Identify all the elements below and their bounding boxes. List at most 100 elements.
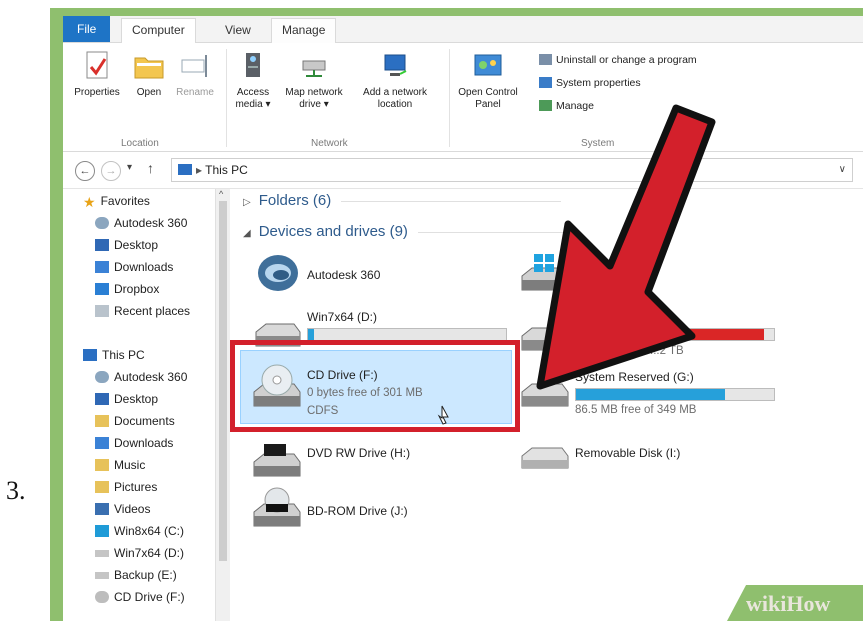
nav-item-pictures[interactable]: Pictures bbox=[95, 479, 157, 495]
open-label: Open bbox=[136, 87, 162, 98]
highlight-box bbox=[230, 340, 520, 432]
nav-item-label: Music bbox=[114, 458, 146, 472]
system-properties-button[interactable]: System properties bbox=[539, 76, 641, 90]
map-network-drive-button[interactable]: Map network drive ▾ bbox=[279, 49, 349, 111]
system-properties-icon bbox=[539, 77, 552, 88]
nav-item-downloads[interactable]: Downloads bbox=[95, 435, 173, 451]
nav-item-label: Autodesk 360 bbox=[114, 370, 188, 384]
recent-locations-button[interactable]: ▾ bbox=[127, 162, 132, 173]
add-network-location-button[interactable]: Add a network location bbox=[355, 49, 435, 111]
drive-usage-fill bbox=[576, 389, 725, 400]
watermark-text: wikiHow bbox=[746, 591, 831, 616]
nav-item-label: Recent places bbox=[114, 304, 191, 318]
access-media-button[interactable]: Access media ▾ bbox=[231, 49, 275, 111]
nav-item-label: Videos bbox=[114, 502, 151, 516]
manage-label: Manage bbox=[556, 100, 594, 112]
system-group-label: System bbox=[581, 138, 615, 149]
control-panel-icon bbox=[474, 54, 502, 76]
nav-this-pc[interactable]: This PC bbox=[83, 347, 145, 363]
drive-usage-bar bbox=[575, 388, 775, 401]
nav-item-label: Backup (E:) bbox=[114, 568, 177, 582]
nav-item-win8x64-c[interactable]: Win8x64 (C:) bbox=[95, 523, 184, 539]
windows-drive-icon bbox=[521, 254, 569, 291]
breadcrumb-separator-icon: ▸ bbox=[196, 163, 203, 177]
drive-usage-bar bbox=[575, 270, 617, 283]
chevron-down-icon: ◢ bbox=[243, 228, 251, 239]
downloads-icon bbox=[95, 261, 109, 273]
windows-drive-icon bbox=[95, 525, 109, 537]
nav-item-label: CD Drive (F:) bbox=[114, 590, 185, 604]
properties-button[interactable]: Properties bbox=[69, 49, 125, 99]
navigation-pane: ★ Favorites Autodesk 360 Desktop Download… bbox=[63, 189, 215, 621]
nav-item-recent-places[interactable]: Recent places bbox=[95, 303, 190, 319]
drive-name: System Reserved (G:) bbox=[575, 370, 694, 384]
drive-usage-fill bbox=[308, 329, 314, 340]
forward-button[interactable]: → bbox=[101, 161, 121, 181]
rename-button[interactable]: Rename bbox=[171, 49, 219, 99]
nav-item-label: Win8x64 (C:) bbox=[114, 524, 185, 538]
nav-favorites[interactable]: ★ Favorites bbox=[83, 193, 150, 210]
nav-item-documents[interactable]: Documents bbox=[95, 413, 175, 429]
videos-icon bbox=[95, 503, 109, 515]
tab-manage[interactable]: Manage bbox=[271, 18, 337, 44]
open-button[interactable]: Open bbox=[129, 49, 169, 99]
programs-icon bbox=[539, 54, 552, 65]
open-control-panel-button[interactable]: Open Control Panel bbox=[455, 49, 521, 111]
back-button[interactable]: ← bbox=[75, 161, 95, 181]
drive-name: Removable Disk (I:) bbox=[575, 446, 681, 460]
rename-icon bbox=[181, 55, 207, 77]
address-input[interactable]: ▸ This PC ∨ bbox=[171, 158, 853, 182]
manage-button[interactable]: Manage bbox=[539, 99, 594, 113]
nav-item-backup-e[interactable]: Backup (E:) bbox=[95, 567, 177, 583]
uninstall-program-button[interactable]: Uninstall or change a program bbox=[539, 53, 697, 67]
drive-icon bbox=[95, 572, 109, 579]
network-location-icon bbox=[384, 54, 407, 76]
tab-file[interactable]: File bbox=[63, 16, 111, 42]
drive-name: Win7x64 (D:) bbox=[307, 310, 378, 324]
nav-item-label: Downloads bbox=[114, 436, 174, 450]
nav-this-pc-label: This PC bbox=[102, 348, 145, 362]
address-location: This PC bbox=[205, 163, 248, 177]
network-drive-icon bbox=[302, 60, 326, 77]
up-button[interactable]: ↑ bbox=[147, 160, 154, 176]
nav-scrollbar[interactable]: ^ bbox=[215, 189, 230, 621]
drive-free-space: ...2 TB bbox=[650, 345, 684, 357]
add-network-location-label: Add a network location bbox=[363, 87, 427, 110]
devices-section-header[interactable]: ◢ Devices and drives (9) bbox=[243, 223, 568, 240]
drive-free-space: 86.5 MB free of 349 MB bbox=[575, 404, 697, 416]
nav-item-downloads[interactable]: Downloads bbox=[95, 259, 173, 275]
open-control-panel-label: Open Control Panel bbox=[458, 87, 518, 110]
nav-item-music[interactable]: Music bbox=[95, 457, 145, 473]
folder-open-icon bbox=[134, 57, 164, 79]
location-group-label: Location bbox=[121, 138, 159, 149]
desktop-icon bbox=[95, 393, 109, 405]
scroll-up-icon[interactable]: ^ bbox=[219, 189, 223, 199]
nav-item-autodesk-360[interactable]: Autodesk 360 bbox=[95, 215, 187, 231]
ribbon-separator bbox=[226, 49, 227, 147]
address-bar: ← → ▾ ↑ ▸ This PC ∨ bbox=[63, 152, 863, 189]
nav-item-label: Downloads bbox=[114, 260, 174, 274]
drive-icon bbox=[95, 550, 109, 557]
tab-view[interactable]: View bbox=[215, 19, 261, 42]
nav-item-cd-drive-f[interactable]: CD Drive (F:) bbox=[95, 589, 185, 605]
folders-section-header[interactable]: ▷ Folders (6) bbox=[243, 192, 562, 209]
nav-scroll-thumb[interactable] bbox=[219, 201, 227, 561]
nav-item-autodesk-360[interactable]: Autodesk 360 bbox=[95, 369, 187, 385]
nav-item-desktop[interactable]: Desktop bbox=[95, 391, 158, 407]
nav-item-videos[interactable]: Videos bbox=[95, 501, 150, 517]
music-icon bbox=[95, 459, 109, 471]
nav-item-desktop[interactable]: Desktop bbox=[95, 237, 158, 253]
hard-drive-icon bbox=[521, 383, 569, 407]
nav-item-label: Desktop bbox=[114, 392, 159, 406]
network-group-label: Network bbox=[311, 138, 348, 149]
nav-item-win7x64-d[interactable]: Win7x64 (D:) bbox=[95, 545, 184, 561]
drive-name: Wi bbox=[575, 252, 589, 266]
nav-item-dropbox[interactable]: Dropbox bbox=[95, 281, 159, 297]
hard-drive-icon bbox=[521, 327, 569, 351]
tab-computer[interactable]: Computer bbox=[121, 18, 196, 44]
dropbox-icon bbox=[95, 283, 109, 295]
system-properties-label: System properties bbox=[556, 77, 641, 89]
pictures-icon bbox=[95, 481, 109, 493]
nav-item-label: Desktop bbox=[114, 238, 159, 252]
media-server-icon bbox=[246, 53, 260, 77]
